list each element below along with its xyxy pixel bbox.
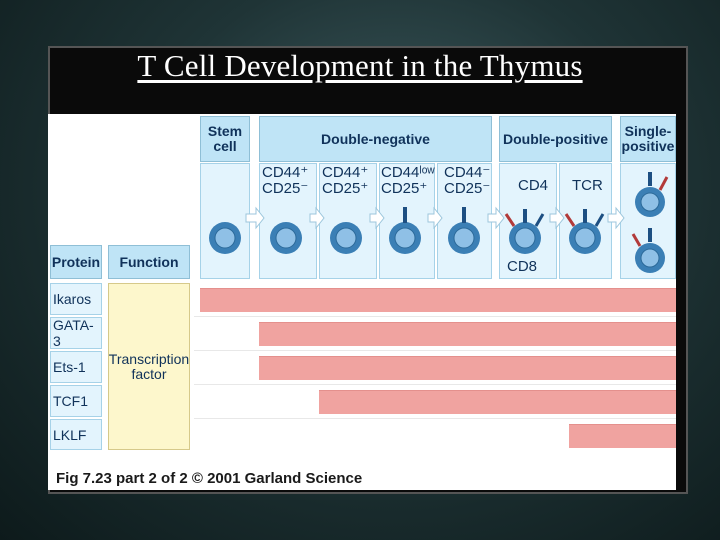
expression-bar-gata-3 — [259, 322, 676, 346]
arrow-2 — [309, 206, 325, 230]
cell-dp-tcr — [564, 209, 605, 254]
cell-sp-cd4 — [635, 172, 669, 217]
expression-bar-tcf1 — [319, 390, 676, 414]
protein-tcf1: TCF1 — [50, 385, 102, 417]
cell-dp-cd4 — [504, 209, 545, 254]
cell-dn4 — [448, 207, 480, 254]
function-transcription-factor: Transcription factor — [108, 283, 190, 450]
protein-gata-3: GATA-3 — [50, 317, 102, 349]
cell-dn2 — [330, 222, 362, 254]
protein-ets-1: Ets-1 — [50, 351, 102, 383]
protein-header: Protein — [50, 245, 102, 279]
arrow-3 — [369, 206, 385, 230]
cell-dn1 — [270, 222, 302, 254]
protein-lklf: LKLF — [50, 419, 102, 450]
expression-bar-ets-1 — [259, 356, 676, 380]
row-divider — [194, 418, 676, 419]
arrow-6 — [549, 206, 565, 230]
row-divider — [194, 350, 676, 351]
cell-stem — [209, 222, 241, 254]
figure-caption: Fig 7.23 part 2 of 2 © 2001 Garland Scie… — [56, 470, 363, 487]
expression-bar-lklf — [569, 424, 676, 448]
arrow-7 — [607, 206, 625, 230]
row-divider — [194, 316, 676, 317]
arrow-1 — [245, 206, 265, 230]
arrow-5 — [487, 206, 505, 230]
cell-sp-cd8 — [631, 228, 665, 273]
figure-panel: Stem cell Double-negative Double-positiv… — [48, 114, 676, 490]
protein-ikaros: Ikaros — [50, 283, 102, 315]
expression-bar-ikaros — [200, 288, 676, 312]
function-header: Function — [108, 245, 190, 279]
row-divider — [194, 384, 676, 385]
arrow-4 — [427, 206, 443, 230]
slide-title: T Cell Development in the Thymus — [137, 48, 583, 83]
cell-dn3 — [389, 207, 421, 254]
